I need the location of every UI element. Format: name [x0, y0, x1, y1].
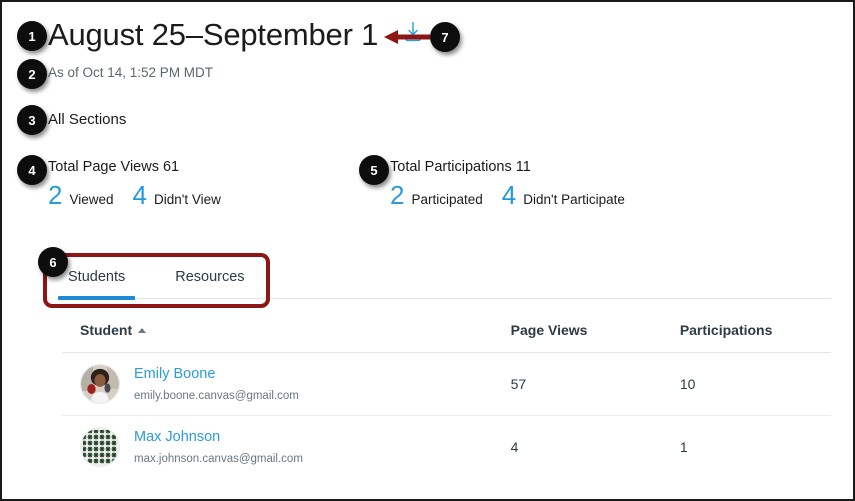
participated-label: Participated [411, 192, 483, 207]
callout-arrow-7 [384, 30, 430, 44]
student-email: max.johnson.canvas@gmail.com [134, 453, 303, 465]
total-participations: Total Participations 11 2 Participated 4… [390, 157, 625, 210]
student-cell: Emily Boone emily.boone.canvas@gmail.com [62, 352, 493, 416]
student-email: emily.boone.canvas@gmail.com [134, 390, 299, 402]
callout-badge-3: 3 [17, 105, 47, 135]
tab-list: Students Resources [57, 260, 831, 300]
didnt-view-count: 4 [132, 180, 147, 210]
page-title: August 25–September 1 [48, 17, 379, 52]
student-name-link[interactable]: Emily Boone [134, 365, 299, 383]
tab-resources[interactable]: Resources [169, 268, 250, 298]
column-header-page-views[interactable]: Page Views [492, 314, 662, 353]
tab-students[interactable]: Students [57, 268, 136, 300]
as-of-timestamp: As of Oct 14, 1:52 PM MDT [48, 65, 214, 80]
table-body: Emily Boone emily.boone.canvas@gmail.com… [62, 352, 831, 479]
didnt-participate-stat: 4 Didn't Participate [502, 182, 625, 210]
table-row: Max Johnson max.johnson.canvas@gmail.com… [62, 416, 831, 479]
total-page-views-label: Total Page Views 61 [48, 159, 180, 175]
participated-count: 2 [390, 180, 405, 210]
callout-badge-7: 7 [430, 22, 460, 52]
total-page-views: Total Page Views 61 2 Viewed 4 Didn't Vi… [48, 157, 221, 210]
analytics-page: August 25–September 1 As of Oct 14, 1:52… [0, 0, 855, 501]
participations-value: 1 [679, 439, 688, 455]
sort-ascending-icon [138, 328, 147, 333]
avatar [80, 427, 120, 467]
student-info: Emily Boone emily.boone.canvas@gmail.com [134, 365, 299, 403]
callout-badge-5: 5 [359, 155, 389, 185]
didnt-participate-label: Didn't Participate [523, 192, 625, 207]
callout-badge-6: 6 [38, 247, 68, 277]
column-header-student-label: Student [80, 322, 133, 338]
didnt-participate-count: 4 [501, 180, 517, 210]
participations-breakdown: 2 Participated 4 Didn't Participate [390, 182, 625, 210]
callout-badge-4: 4 [17, 155, 47, 185]
student-cell: Max Johnson max.johnson.canvas@gmail.com [62, 416, 493, 479]
viewed-label: Viewed [69, 192, 114, 207]
student-info: Max Johnson max.johnson.canvas@gmail.com [134, 428, 303, 466]
identicon-avatar-icon [81, 428, 119, 466]
page-views-value: 57 [492, 352, 662, 416]
didnt-view-label: Didn't View [153, 192, 221, 207]
all-sections: All Sections [48, 111, 127, 128]
students-table: Student Page Views Participations Emily … [62, 314, 831, 478]
tabs: Students Resources [57, 260, 831, 300]
didnt-view-stat: 4 Didn't View [133, 182, 221, 210]
callout-badge-1: 1 [17, 21, 47, 51]
viewed-stat: 2 Viewed [48, 182, 114, 210]
page-views-value: 4 [510, 439, 519, 455]
student-name-link[interactable]: Max Johnson [134, 428, 303, 446]
total-participations-label: Total Participations 11 [390, 159, 531, 175]
table-header: Student Page Views Participations [62, 314, 831, 353]
photo-avatar-icon [81, 365, 119, 403]
table-header-row: Student Page Views Participations [62, 314, 831, 353]
viewed-count: 2 [48, 180, 63, 210]
table-row: Emily Boone emily.boone.canvas@gmail.com… [62, 352, 831, 416]
avatar [80, 364, 120, 404]
column-header-participations[interactable]: Participations [661, 314, 831, 353]
callout-badge-2: 2 [17, 59, 47, 89]
participations-value: 10 [661, 352, 831, 416]
summary-stats: Total Page Views 61 2 Viewed 4 Didn't Vi… [2, 157, 853, 219]
participated-stat: 2 Participated [390, 182, 483, 210]
page-views-breakdown: 2 Viewed 4 Didn't View [48, 182, 221, 210]
column-header-student[interactable]: Student [62, 314, 493, 353]
